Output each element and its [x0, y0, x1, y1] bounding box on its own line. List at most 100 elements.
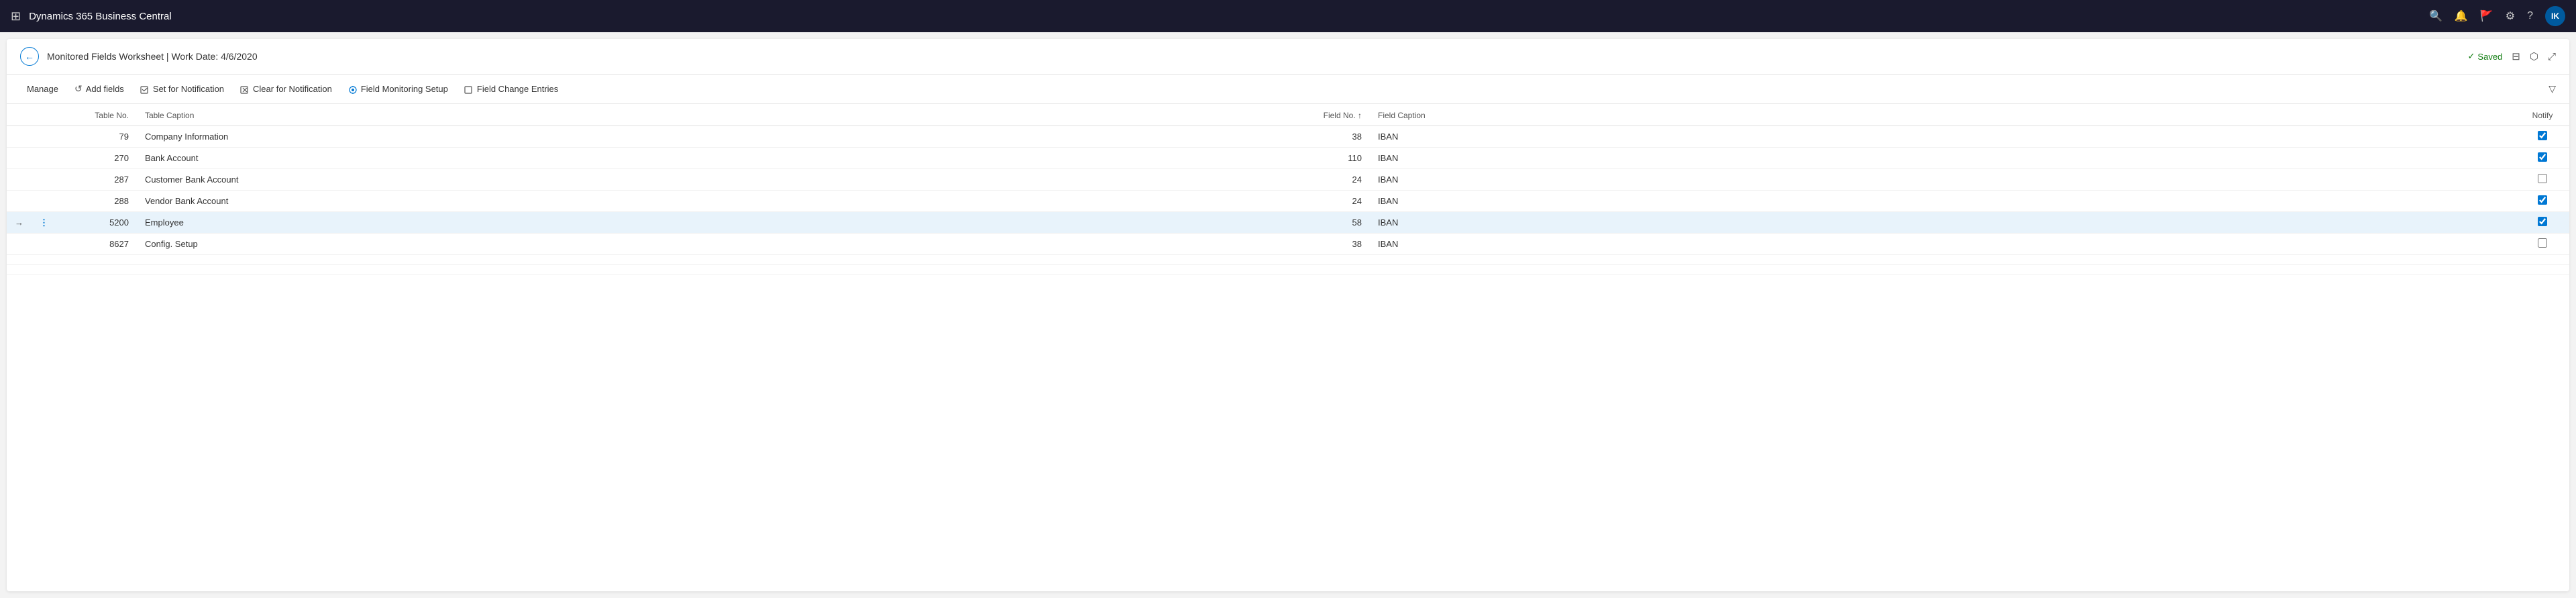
- expand-icon[interactable]: ⤢: [2548, 51, 2556, 62]
- table-no-cell: [56, 265, 137, 275]
- table-row[interactable]: [7, 255, 2569, 265]
- search-icon[interactable]: 🔍: [2429, 9, 2443, 23]
- row-indicator-cell: [7, 169, 32, 191]
- gear-icon[interactable]: ⚙: [2506, 9, 2515, 23]
- table-no-cell: 270: [56, 148, 137, 169]
- topbar: ⊞ Dynamics 365 Business Central 🔍 🔔 🚩 ⚙ …: [0, 0, 2576, 32]
- col-field-no-header[interactable]: Field No. ↑: [1283, 104, 1370, 126]
- back-button[interactable]: ←: [20, 47, 39, 66]
- row-menu-cell: [32, 265, 56, 275]
- field-no-cell: 110: [1283, 148, 1370, 169]
- clear-notification-icon: [240, 83, 250, 94]
- filter-icon[interactable]: ▽: [2548, 83, 2556, 95]
- notify-cell[interactable]: [2516, 148, 2569, 169]
- table-row[interactable]: 79Company Information38IBAN: [7, 126, 2569, 148]
- notify-checkbox[interactable]: [2538, 152, 2547, 162]
- notify-checkbox[interactable]: [2538, 195, 2547, 205]
- topbar-icons: 🔍 🔔 🚩 ⚙ ? IK: [2429, 6, 2565, 26]
- row-indicator-cell: [7, 191, 32, 212]
- field-no-cell: [1283, 255, 1370, 265]
- row-menu-cell: [32, 126, 56, 148]
- table-row[interactable]: 288Vendor Bank Account24IBAN: [7, 191, 2569, 212]
- bell-icon[interactable]: 🔔: [2455, 9, 2468, 23]
- bookmark-icon[interactable]: ⊟: [2512, 50, 2520, 62]
- manage-label: Manage: [27, 84, 58, 94]
- row-indicator-cell: [7, 265, 32, 275]
- field-caption-cell: IBAN: [1370, 191, 2516, 212]
- notify-cell[interactable]: [2516, 169, 2569, 191]
- help-icon[interactable]: ?: [2527, 10, 2533, 22]
- table-row[interactable]: 287Customer Bank Account24IBAN: [7, 169, 2569, 191]
- notify-checkbox[interactable]: [2538, 174, 2547, 183]
- notify-checkbox[interactable]: [2538, 238, 2547, 248]
- table-body: 79Company Information38IBAN270Bank Accou…: [7, 126, 2569, 275]
- table-no-cell: [56, 255, 137, 265]
- set-for-notification-button[interactable]: Set for Notification: [133, 80, 231, 97]
- row-indicator-cell: [7, 255, 32, 265]
- open-new-icon[interactable]: ⬡: [2530, 50, 2538, 62]
- row-indicator-cell: [7, 126, 32, 148]
- table-area: Table No. Table Caption Field No. ↑ Fiel…: [7, 104, 2569, 275]
- table-caption-cell: Employee: [137, 212, 1283, 234]
- notify-cell: [2516, 265, 2569, 275]
- table-caption-cell: [137, 265, 1283, 275]
- add-fields-button[interactable]: ↺ Add fields: [68, 80, 131, 98]
- field-no-cell: 58: [1283, 212, 1370, 234]
- page-container: ← Monitored Fields Worksheet | Work Date…: [7, 39, 2569, 591]
- clear-notification-label: Clear for Notification: [253, 84, 332, 94]
- row-menu-cell: [32, 234, 56, 255]
- col-field-caption-header[interactable]: Field Caption: [1370, 104, 2516, 126]
- table-no-cell: 288: [56, 191, 137, 212]
- field-no-cell: 24: [1283, 191, 1370, 212]
- notify-cell[interactable]: [2516, 234, 2569, 255]
- notify-cell[interactable]: [2516, 191, 2569, 212]
- notify-checkbox[interactable]: [2538, 131, 2547, 140]
- field-change-icon: [464, 83, 474, 94]
- data-table: Table No. Table Caption Field No. ↑ Fiel…: [7, 104, 2569, 275]
- row-menu-cell[interactable]: ⋮: [32, 212, 56, 234]
- table-no-cell: 8627: [56, 234, 137, 255]
- back-icon: ←: [25, 51, 34, 62]
- row-menu-cell: [32, 169, 56, 191]
- manage-button[interactable]: Manage: [20, 81, 65, 97]
- table-no-cell: 287: [56, 169, 137, 191]
- table-row[interactable]: 8627Config. Setup38IBAN: [7, 234, 2569, 255]
- notify-cell[interactable]: [2516, 212, 2569, 234]
- notify-checkbox[interactable]: [2538, 217, 2547, 226]
- table-header-row: Table No. Table Caption Field No. ↑ Fiel…: [7, 104, 2569, 126]
- table-caption-cell: Bank Account: [137, 148, 1283, 169]
- field-change-entries-button[interactable]: Field Change Entries: [458, 80, 565, 97]
- row-indicator-cell: [7, 234, 32, 255]
- col-notify-header[interactable]: Notify: [2516, 104, 2569, 126]
- field-monitoring-icon: [348, 83, 358, 94]
- table-row[interactable]: 270Bank Account110IBAN: [7, 148, 2569, 169]
- col-indicator-header: [7, 104, 32, 126]
- clear-for-notification-button[interactable]: Clear for Notification: [233, 80, 339, 97]
- field-caption-cell: IBAN: [1370, 234, 2516, 255]
- checkmark-icon: ✓: [2468, 51, 2475, 62]
- set-notification-label: Set for Notification: [153, 84, 224, 94]
- col-table-no-header[interactable]: Table No.: [56, 104, 137, 126]
- avatar[interactable]: IK: [2545, 6, 2565, 26]
- col-table-caption-header[interactable]: Table Caption: [137, 104, 1283, 126]
- flag-icon[interactable]: 🚩: [2480, 9, 2493, 23]
- app-name: Dynamics 365 Business Central: [29, 11, 2421, 22]
- header-actions: ✓ Saved ⊟ ⬡ ⤢: [2468, 50, 2556, 62]
- table-row[interactable]: →⋮5200Employee58IBAN: [7, 212, 2569, 234]
- table-no-cell: 5200: [56, 212, 137, 234]
- waffle-icon[interactable]: ⊞: [11, 9, 21, 23]
- set-notification-icon: [140, 83, 150, 94]
- row-indicator-cell: [7, 148, 32, 169]
- table-row[interactable]: [7, 265, 2569, 275]
- table-caption-cell: Vendor Bank Account: [137, 191, 1283, 212]
- field-monitoring-setup-button[interactable]: Field Monitoring Setup: [341, 80, 455, 97]
- field-no-cell: 38: [1283, 126, 1370, 148]
- row-menu-cell: [32, 191, 56, 212]
- table-caption-cell: Company Information: [137, 126, 1283, 148]
- col-menu-header: [32, 104, 56, 126]
- table-caption-cell: [137, 255, 1283, 265]
- field-caption-cell: [1370, 265, 2516, 275]
- notify-cell[interactable]: [2516, 126, 2569, 148]
- field-caption-cell: IBAN: [1370, 126, 2516, 148]
- field-no-cell: [1283, 265, 1370, 275]
